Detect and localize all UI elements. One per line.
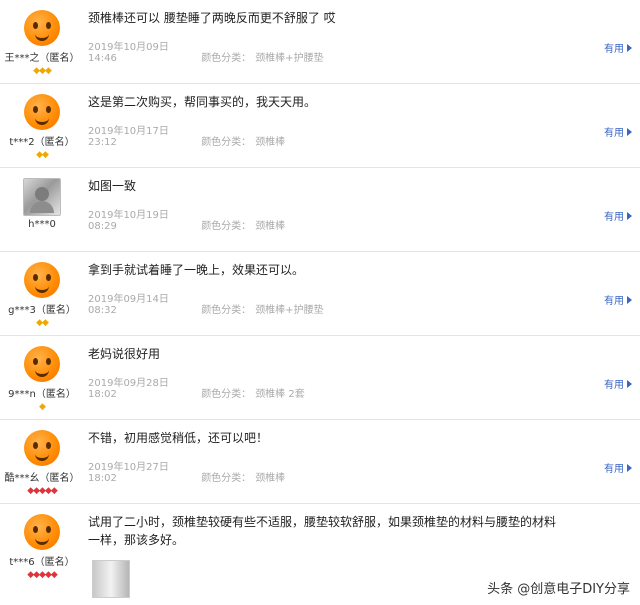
review-date: 2019年10月19日 08:29 <box>88 210 169 232</box>
review-item: g***3（匿名） ◆◆ 拿到手就试着睡了一晚上，效果还可以。 2019年09月… <box>0 252 640 336</box>
reviewer-name: g***3（匿名） <box>8 305 76 316</box>
watermark: 头条 @创意电子DIY分享 <box>487 582 630 597</box>
triangle-right-icon <box>627 464 632 472</box>
review-text: 这是第二次购买，帮同事买的，我天天用。 <box>88 95 317 109</box>
review-date: 2019年10月27日 18:02 <box>88 462 169 484</box>
sku-label: 颜色分类： <box>201 221 252 232</box>
reviewer-info: 王***之（匿名） ◆◆◆ <box>0 0 84 76</box>
sku-label: 颜色分类： <box>201 53 252 64</box>
sku-label: 颜色分类： <box>201 137 252 148</box>
reviewer-name: t***6（匿名） <box>9 557 75 568</box>
triangle-right-icon <box>627 296 632 304</box>
review-sku: 颜色分类： 颈椎棒 <box>201 469 289 484</box>
review-sku: 颜色分类： 颈椎棒+护腰垫 <box>201 301 327 316</box>
sku-value: 颈椎棒+护腰垫 <box>255 305 324 316</box>
reviewer-level-badges: ◆◆◆◆◆ <box>27 486 58 496</box>
useful-button[interactable]: 有用 <box>604 124 632 139</box>
review-sku: 颜色分类： 颈椎棒+护腰垫 <box>201 49 327 64</box>
avatar <box>24 94 60 130</box>
review-meta: 2019年09月28日 18:02 颜色分类： 颈椎棒 2套 <box>88 374 309 400</box>
avatar <box>24 10 60 46</box>
review-meta: 2019年10月19日 08:29 颜色分类： 颈椎棒 <box>88 206 289 232</box>
reviewer-name: 酷***幺（匿名） <box>4 473 80 484</box>
reviewer-name: 王***之（匿名） <box>4 53 80 64</box>
review-sku: 颜色分类： 颈椎棒 <box>201 217 289 232</box>
reviewer-info: g***3（匿名） ◆◆ <box>0 252 84 328</box>
reviewer-info: h***0 <box>0 168 84 230</box>
sku-label: 颜色分类： <box>201 389 252 400</box>
useful-label: 有用 <box>604 464 624 475</box>
useful-label: 有用 <box>604 212 624 223</box>
avatar <box>24 346 60 382</box>
review-item: 9***n（匿名） ◆ 老妈说很好用 2019年09月28日 18:02 颜色分… <box>0 336 640 420</box>
useful-button[interactable]: 有用 <box>604 376 632 391</box>
review-sku: 颜色分类： 颈椎棒 2套 <box>201 385 309 400</box>
reviewer-name: 9***n（匿名） <box>8 389 76 400</box>
sku-label: 颜色分类： <box>201 473 252 484</box>
review-sku: 颜色分类： 颈椎棒 <box>201 133 289 148</box>
sku-value: 颈椎棒 <box>255 137 286 148</box>
useful-button[interactable]: 有用 <box>604 460 632 475</box>
avatar <box>24 514 60 550</box>
reviewer-level-badges: ◆ <box>39 402 46 412</box>
review-text: 试用了二小时，颈椎垫较硬有些不适服，腰垫较软舒服，如果颈椎垫的材料与腰垫的材料一… <box>88 515 557 547</box>
reviewer-level-badges: ◆◆◆◆◆ <box>27 570 58 580</box>
review-text: 如图一致 <box>88 179 137 193</box>
reviewer-info: 9***n（匿名） ◆ <box>0 336 84 412</box>
sku-value: 颈椎棒+护腰垫 <box>255 53 324 64</box>
triangle-right-icon <box>627 44 632 52</box>
review-meta: 2019年10月09日 14:46 颜色分类： 颈椎棒+护腰垫 <box>88 38 328 64</box>
review-item: 王***之（匿名） ◆◆◆ 颈椎棒还可以 腰垫睡了两晚反而更不舒服了 哎 201… <box>0 0 640 84</box>
useful-button[interactable]: 有用 <box>604 292 632 307</box>
triangle-right-icon <box>627 128 632 136</box>
useful-label: 有用 <box>604 44 624 55</box>
review-text: 不错，初用感觉稍低，还可以吧！ <box>88 431 269 445</box>
review-item: t***2（匿名） ◆◆ 这是第二次购买，帮同事买的，我天天用。 2019年10… <box>0 84 640 168</box>
review-item: 酷***幺（匿名） ◆◆◆◆◆ 不错，初用感觉稍低，还可以吧！ 2019年10月… <box>0 420 640 504</box>
sku-value: 颈椎棒 2套 <box>255 389 305 400</box>
review-date: 2019年09月14日 08:32 <box>88 294 169 316</box>
reviewer-info: t***2（匿名） ◆◆ <box>0 84 84 160</box>
sku-label: 颜色分类： <box>201 305 252 316</box>
useful-button[interactable]: 有用 <box>604 208 632 223</box>
sku-value: 颈椎棒 <box>255 221 286 232</box>
avatar <box>24 430 60 466</box>
reviewer-level-badges: ◆◆ <box>36 318 49 328</box>
useful-button[interactable]: 有用 <box>604 40 632 55</box>
useful-label: 有用 <box>604 296 624 307</box>
avatar <box>24 262 60 298</box>
avatar <box>23 178 61 216</box>
review-meta: 2019年10月17日 23:12 颜色分类： 颈椎棒 <box>88 122 289 148</box>
reviewer-level-badges: ◆◆ <box>36 150 49 160</box>
useful-label: 有用 <box>604 380 624 391</box>
reviewer-info: t***6（匿名） ◆◆◆◆◆ <box>0 504 84 580</box>
review-text: 老妈说很好用 <box>88 347 161 361</box>
triangle-right-icon <box>627 212 632 220</box>
review-text: 颈椎棒还可以 腰垫睡了两晚反而更不舒服了 哎 <box>88 11 336 25</box>
review-date: 2019年09月28日 18:02 <box>88 378 169 400</box>
review-text: 拿到手就试着睡了一晚上，效果还可以。 <box>88 263 305 277</box>
reviewer-name: h***0 <box>28 219 56 230</box>
review-date: 2019年10月17日 23:12 <box>88 126 169 148</box>
review-meta: 2019年10月27日 18:02 颜色分类： 颈椎棒 <box>88 458 289 484</box>
triangle-right-icon <box>627 380 632 388</box>
reviewer-name: t***2（匿名） <box>9 137 75 148</box>
useful-label: 有用 <box>604 128 624 139</box>
sku-value: 颈椎棒 <box>255 473 286 484</box>
review-meta: 2019年09月14日 08:32 颜色分类： 颈椎棒+护腰垫 <box>88 290 328 316</box>
review-date: 2019年10月09日 14:46 <box>88 42 169 64</box>
reviewer-info: 酷***幺（匿名） ◆◆◆◆◆ <box>0 420 84 496</box>
review-photo-thumbnail[interactable] <box>92 560 130 598</box>
reviewer-level-badges: ◆◆◆ <box>33 66 52 76</box>
review-item: h***0 如图一致 2019年10月19日 08:29 颜色分类： 颈椎棒 有用 <box>0 168 640 252</box>
